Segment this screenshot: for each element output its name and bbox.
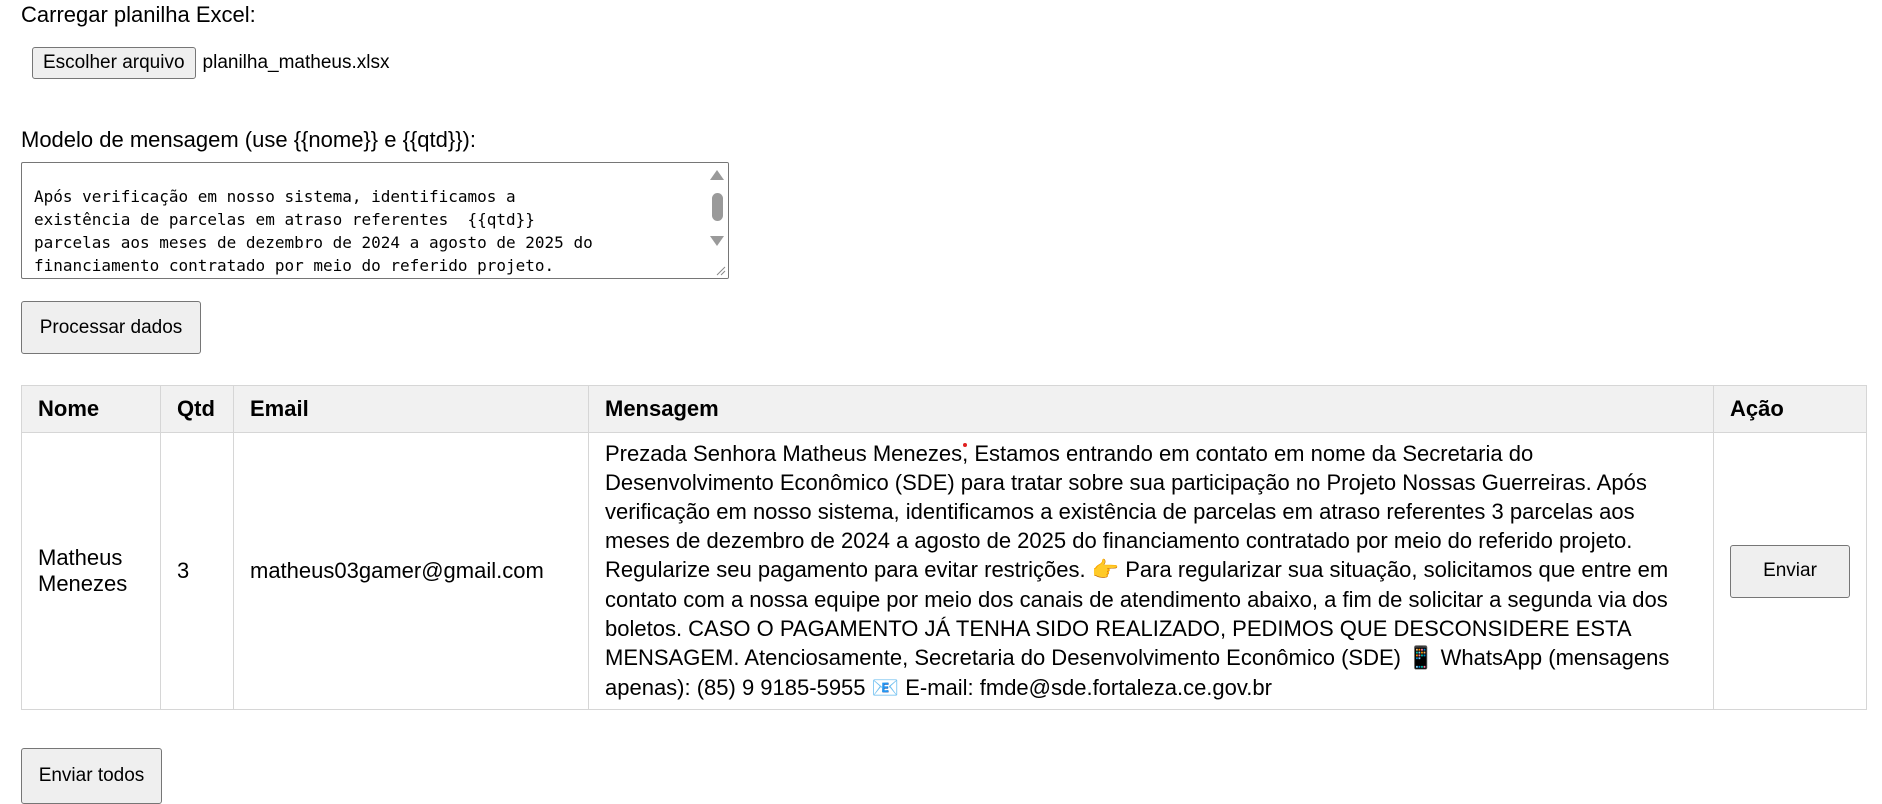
cell-email: matheus03gamer@gmail.com: [233, 432, 589, 710]
table-row: Matheus Menezes 3 matheus03gamer@gmail.c…: [21, 432, 1867, 710]
file-input[interactable]: Escolher arquivo planilha_matheus.xlsx: [32, 47, 389, 79]
header-acao: Ação: [1713, 385, 1867, 433]
spellcheck-marker: [963, 443, 967, 447]
message-template-textarea[interactable]: Após verificação em nosso sistema, ident…: [21, 162, 729, 279]
selected-file-name: planilha_matheus.xlsx: [202, 52, 390, 73]
choose-file-button[interactable]: Escolher arquivo: [32, 47, 196, 79]
pointing-hand-icon: 👉: [1091, 558, 1120, 583]
send-button[interactable]: Enviar: [1730, 544, 1850, 598]
cell-acao: Enviar: [1713, 432, 1867, 710]
header-email: Email: [233, 385, 589, 433]
textarea-scrollbar[interactable]: [706, 163, 728, 278]
header-qtd: Qtd: [160, 385, 234, 433]
scroll-up-icon[interactable]: [710, 170, 724, 180]
process-data-button[interactable]: Processar dados: [21, 301, 201, 354]
cell-nome: Matheus Menezes: [21, 432, 161, 710]
header-mensagem: Mensagem: [588, 385, 1714, 433]
scroll-down-icon[interactable]: [710, 236, 724, 246]
template-label: Modelo de mensagem (use {{nome}} e {{qtd…: [21, 127, 476, 152]
mobile-phone-icon: 📱: [1407, 646, 1435, 671]
message-template-text[interactable]: Após verificação em nosso sistema, ident…: [34, 185, 704, 277]
upload-label: Carregar planilha Excel:: [21, 2, 256, 27]
cell-qtd: 3: [160, 432, 234, 710]
table-header-row: Nome Qtd Email Mensagem Ação: [21, 385, 1867, 433]
email-icon: 📧: [871, 676, 900, 701]
cell-mensagem: Prezada Senhora Matheus Menezes, Estamos…: [588, 432, 1714, 710]
results-table: Nome Qtd Email Mensagem Ação Matheus Men…: [21, 385, 1867, 710]
message-text-part4: E-mail: fmde@sde.fortaleza.ce.gov.br: [905, 675, 1272, 700]
scroll-thumb[interactable]: [712, 193, 723, 221]
resize-grip-icon[interactable]: [714, 264, 726, 276]
header-nome: Nome: [21, 385, 161, 433]
